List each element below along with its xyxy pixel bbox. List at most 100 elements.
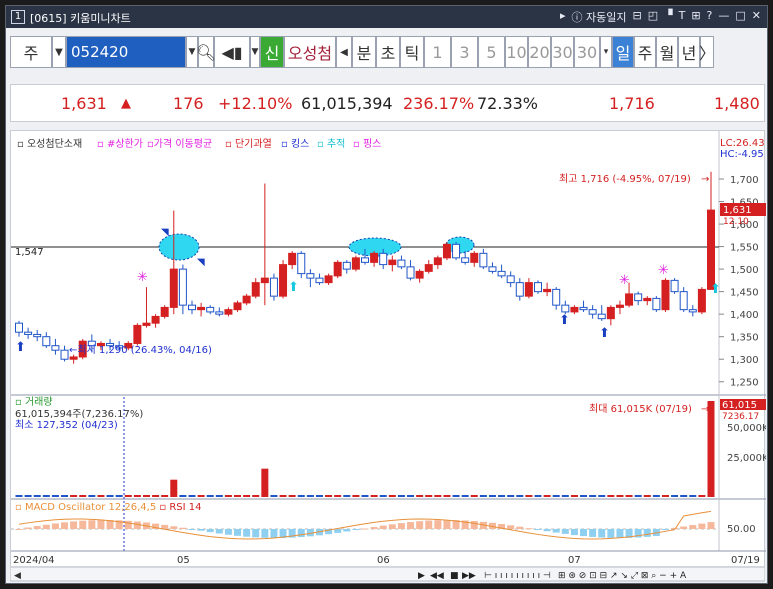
view-week[interactable]: 주 xyxy=(634,36,656,68)
stock-code-input[interactable]: 052420 xyxy=(66,36,186,68)
legend-overheat: ▫ 단기과열 xyxy=(225,138,272,150)
grid-icon[interactable]: ⊞ xyxy=(691,9,700,25)
next-icon[interactable]: 〉 xyxy=(699,36,715,68)
candle-body xyxy=(388,259,397,266)
macd-bar xyxy=(680,526,688,529)
maximize-icon[interactable]: □ xyxy=(735,9,745,25)
star-signal-icon: ✳ xyxy=(137,270,148,285)
scroll-bar[interactable]: ◀ ▶ ◀◀ ■ ▶▶ ⊢ ı ı ı ı ı ı ı ı ı ⊣ ⊞ ⊛ ⊘ … xyxy=(9,566,766,582)
tool-icons[interactable]: ⊞ ⊛ ⊘ ⊡ ⊟ ↗ ↘ ⤢ ⊠ ⌕ − + A xyxy=(558,571,687,581)
candle-body xyxy=(433,257,442,266)
candle-body xyxy=(279,264,288,297)
volume-bar xyxy=(561,495,569,497)
play-icon[interactable]: ▸ xyxy=(560,9,566,25)
speaker-icon[interactable]: ◀▮ xyxy=(214,36,250,68)
macd-bar xyxy=(570,529,578,536)
volume-bar xyxy=(461,495,469,497)
market-select[interactable]: 주 xyxy=(10,36,52,68)
interval-dropdown-icon[interactable]: ▾ xyxy=(600,36,612,68)
legend-kings: ▫ 킹스 xyxy=(281,138,309,150)
macd-bar xyxy=(215,529,223,534)
interval-3[interactable]: 3 xyxy=(451,36,478,68)
volume-bar xyxy=(680,495,688,497)
current-price: 1,631 xyxy=(61,94,107,113)
volume-bar xyxy=(197,495,205,497)
volume-bar xyxy=(616,495,624,497)
interval-select[interactable]: 30 xyxy=(574,36,600,68)
macd-bar xyxy=(425,520,433,529)
candle-body xyxy=(324,275,333,284)
candle-body xyxy=(51,345,60,351)
view-year[interactable]: 년 xyxy=(678,36,700,68)
view-day[interactable]: 일 xyxy=(612,36,634,68)
scroll-left-icon[interactable]: ◀ xyxy=(14,571,21,581)
volume-bar xyxy=(224,495,232,497)
credit-badge[interactable]: 신 xyxy=(260,36,284,68)
pin-icon[interactable]: ▝ xyxy=(664,9,672,25)
play-icon[interactable]: ▶ xyxy=(418,571,425,581)
ratio-value: 72.33% xyxy=(477,94,539,113)
volume-bar xyxy=(79,495,87,497)
macd-bar xyxy=(334,529,342,533)
volume-bar xyxy=(179,495,187,497)
volume-bar xyxy=(498,495,506,497)
candle-body xyxy=(233,302,242,311)
volume-bar xyxy=(379,495,387,497)
stop-icon[interactable]: ■ xyxy=(450,571,459,581)
flag-icon: ◥ xyxy=(197,257,205,268)
candle-body xyxy=(361,257,369,263)
macd-bar xyxy=(534,529,542,530)
up-arrow-icon: ▲ xyxy=(121,96,131,111)
candle-body xyxy=(251,282,260,297)
candle-body xyxy=(625,293,634,306)
macd-title: ▫ MACD Oscillator 12,26,4,5 ▫ RSI 14 xyxy=(15,502,202,513)
candle-body xyxy=(306,273,315,279)
volume-bar xyxy=(580,495,588,497)
interval-1[interactable]: 1 xyxy=(424,36,451,68)
volume-bar xyxy=(361,495,369,497)
minimize-icon[interactable]: — xyxy=(718,9,729,25)
auto-log-button[interactable]: ⓘ 자동일지 xyxy=(572,9,627,25)
volume-bar xyxy=(689,495,697,497)
window-icon[interactable]: ◰ xyxy=(648,9,658,25)
forward-icon[interactable]: ▶▶ xyxy=(462,571,476,581)
search-icon[interactable]: 🔍︎ xyxy=(196,36,216,68)
rewind-icon[interactable]: ◀◀ xyxy=(430,571,444,581)
volume-bar xyxy=(525,495,533,497)
candle-body xyxy=(297,252,306,275)
view-month[interactable]: 월 xyxy=(656,36,678,68)
interval-10[interactable]: 10 xyxy=(505,36,528,68)
close-icon[interactable]: ✕ xyxy=(752,9,761,25)
interval-5[interactable]: 5 xyxy=(478,36,505,68)
macd-bar xyxy=(561,529,569,534)
volume-bar xyxy=(671,495,679,497)
split-icon[interactable]: ⊟ xyxy=(632,9,641,25)
volume-bar xyxy=(343,495,351,497)
interval-30[interactable]: 30 xyxy=(551,36,574,68)
volume-bar xyxy=(33,495,41,497)
macd-bar xyxy=(616,529,624,538)
market-dropdown-icon[interactable]: ▼ xyxy=(52,36,66,68)
window-title: [0615] 키움미니차트 xyxy=(30,12,131,25)
volume-bar xyxy=(570,495,578,497)
help-icon[interactable]: ? xyxy=(707,9,713,25)
macd-bar xyxy=(24,527,32,529)
lc-label: LC:26.43 xyxy=(720,138,765,149)
prev-icon[interactable]: ◀ xyxy=(336,36,352,68)
speaker-dropdown-icon[interactable]: ▼ xyxy=(250,36,260,68)
speed-slider[interactable]: ⊢ ı ı ı ı ı ı ı ı ı ⊣ xyxy=(484,571,551,581)
volume-bar xyxy=(589,495,597,497)
volume-bar xyxy=(334,495,342,497)
candle-body xyxy=(461,257,470,263)
period-second[interactable]: 초 xyxy=(376,36,400,68)
price-tick: 1,500 xyxy=(730,265,759,276)
candle-body xyxy=(497,270,506,277)
macd-bar xyxy=(79,520,87,529)
chart-area[interactable]: ▫ 오성첨단소재 ▫ #상한가 ▫가격 이동평균 ▫ 단기과열 ▫ 킹스 ▫ 추… xyxy=(10,130,769,569)
price-chart[interactable]: ▫ 오성첨단소재 ▫ #상한가 ▫가격 이동평균 ▫ 단기과열 ▫ 킹스 ▫ 추… xyxy=(11,131,769,569)
text-icon[interactable]: T xyxy=(679,9,686,25)
volume-bar xyxy=(215,495,223,497)
period-tick[interactable]: 틱 xyxy=(400,36,424,68)
period-minute[interactable]: 분 xyxy=(352,36,376,68)
interval-20[interactable]: 20 xyxy=(528,36,551,68)
